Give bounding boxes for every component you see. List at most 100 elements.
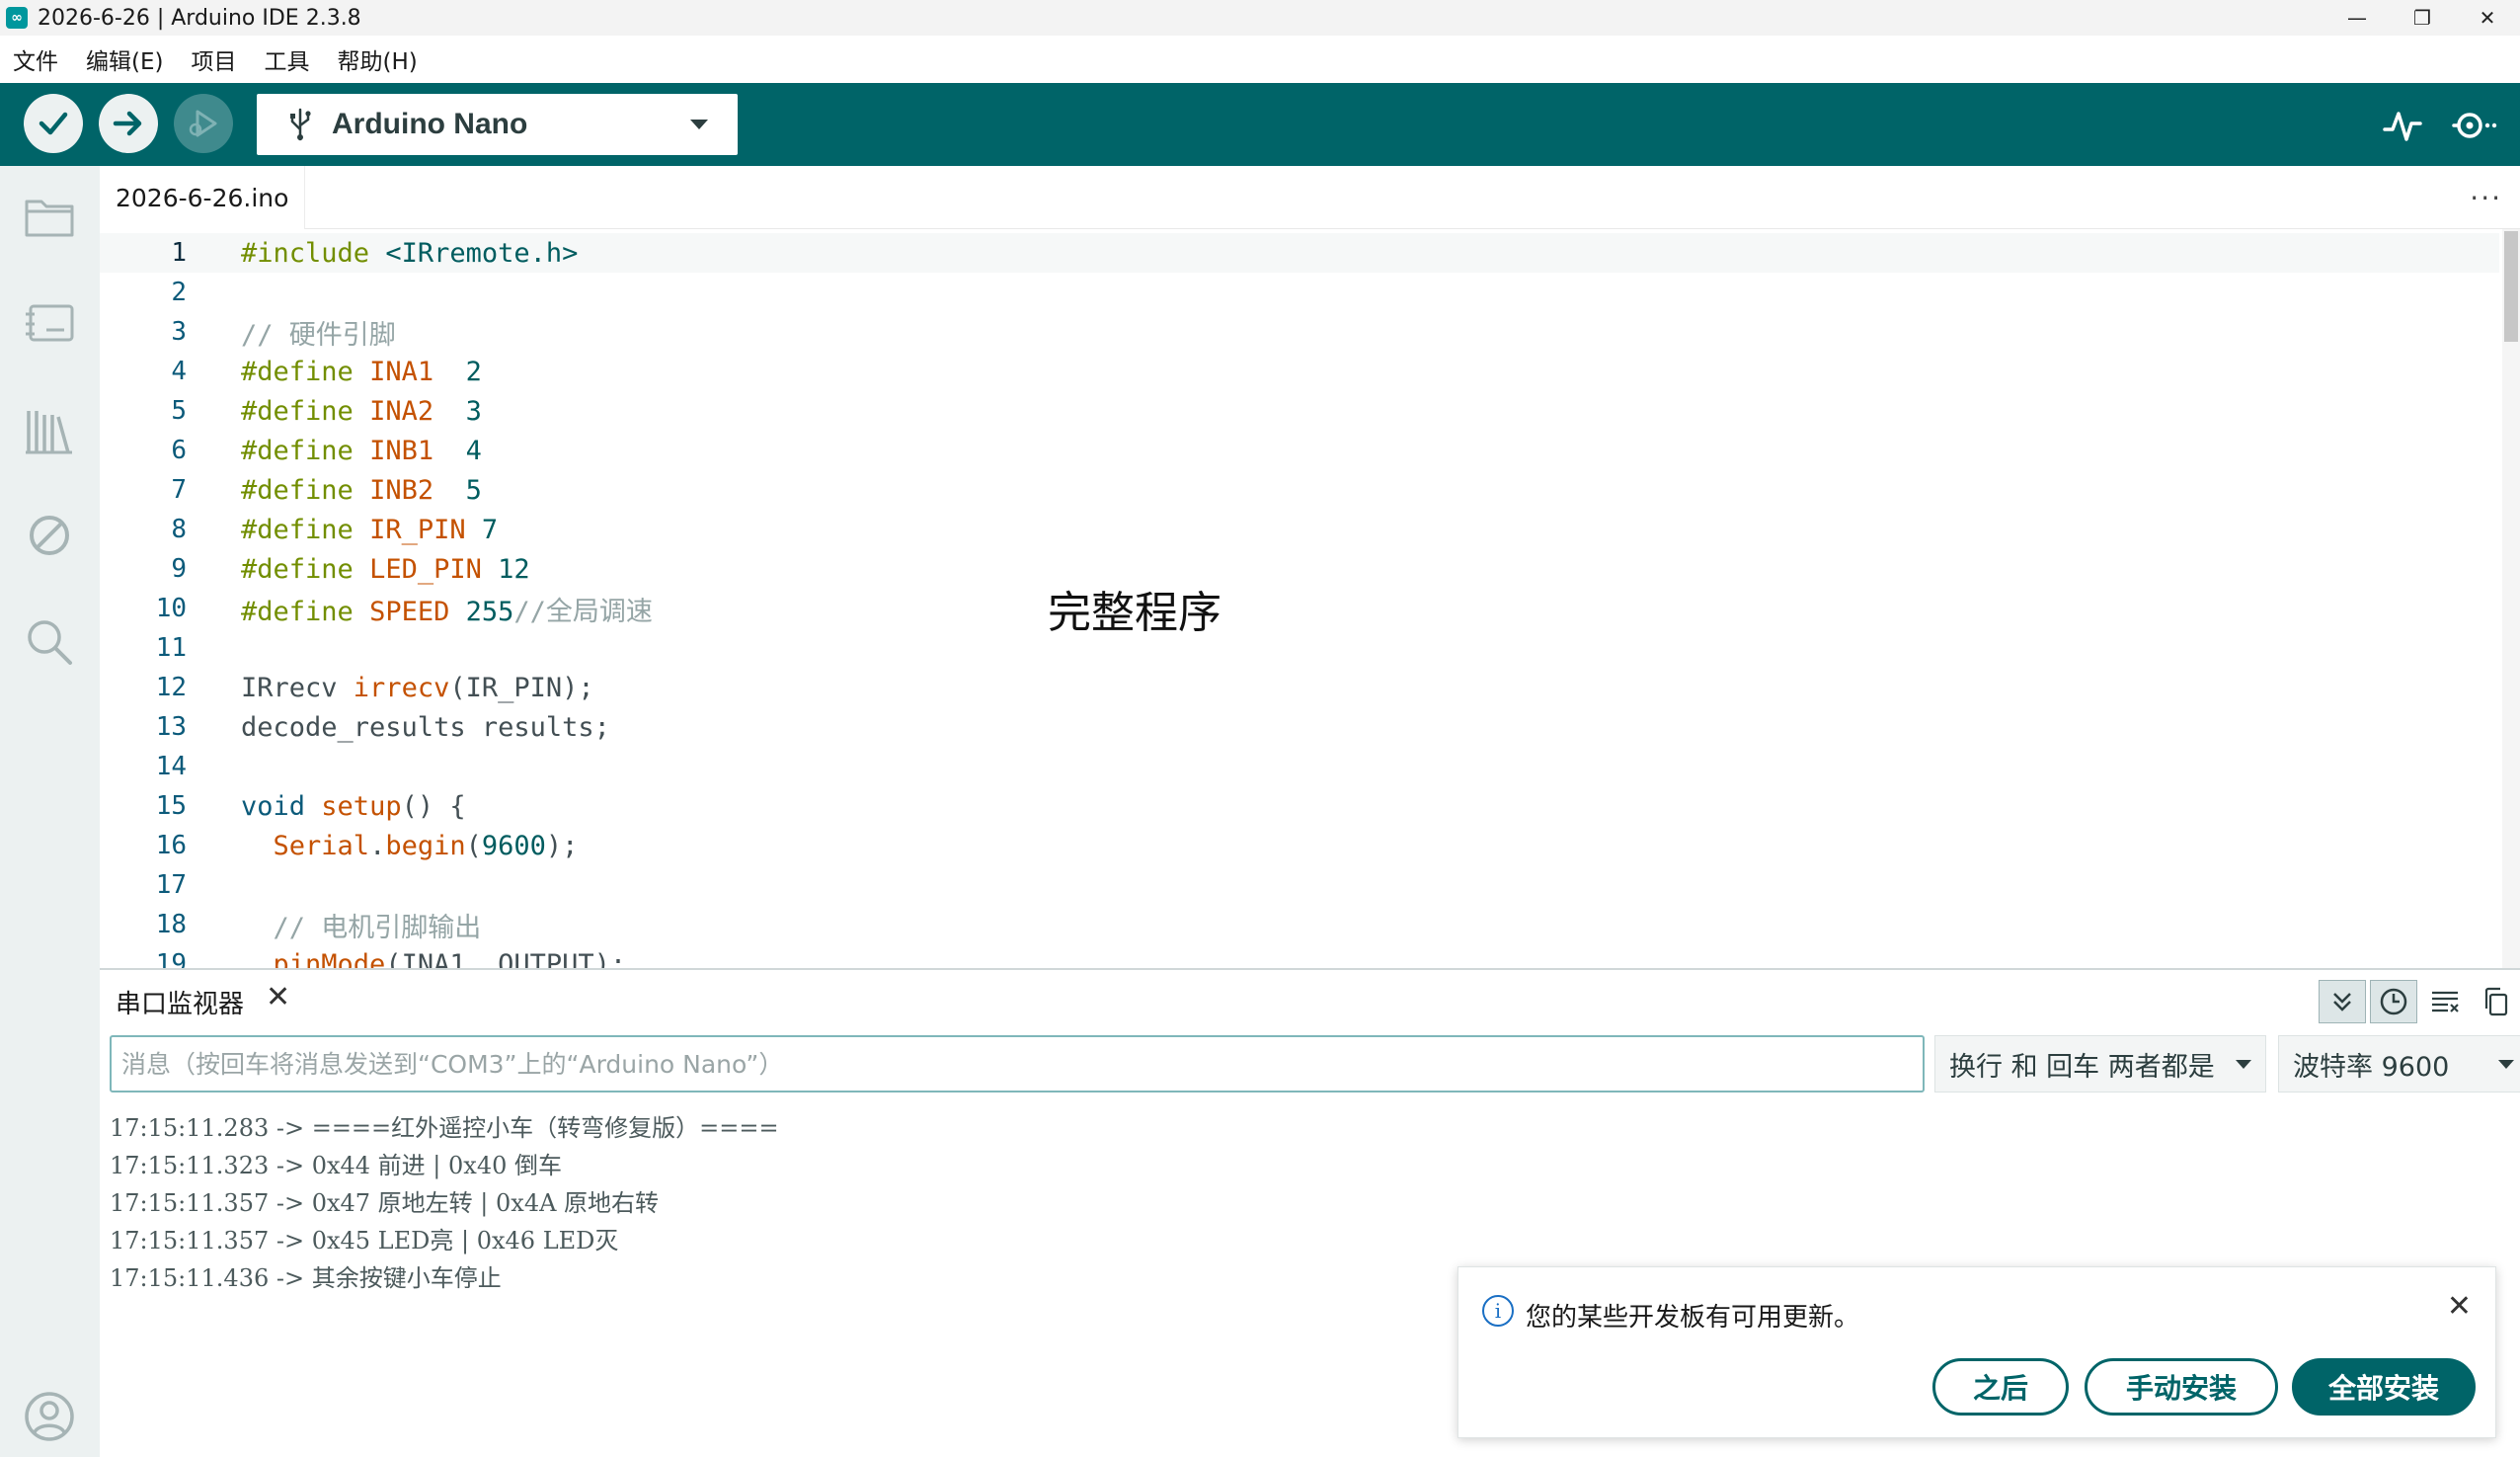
library-manager-icon[interactable] (20, 401, 79, 460)
clear-output-button[interactable] (2421, 980, 2469, 1023)
code-line[interactable]: 6 #define INB1 4 (100, 431, 2499, 470)
line-ending-value: 换行 和 回车 两者都是 (1949, 1051, 2215, 1083)
autoscroll-toggle[interactable] (2319, 980, 2366, 1023)
code-line[interactable]: 7 #define INB2 5 (100, 470, 2499, 510)
code-token: 9600 (481, 830, 546, 861)
editor-scrollbar[interactable] (2502, 229, 2520, 968)
output-line: 17:15:11.357 -> 0x45 LED亮 | 0x46 LED灭 (110, 1227, 619, 1255)
code-token: 12 (498, 553, 530, 585)
menu-help[interactable]: 帮助(H) (323, 42, 431, 76)
timestamp-toggle[interactable] (2370, 980, 2417, 1023)
code-line[interactable]: 18 // 电机引脚输出 (100, 905, 2499, 944)
code-text: // 硬件引脚 (241, 313, 396, 352)
profile-icon[interactable] (20, 1387, 79, 1446)
line-number: 18 (155, 910, 187, 939)
search-icon[interactable] (20, 612, 79, 672)
sketchbook-folder-icon[interactable] (20, 188, 79, 247)
menu-sketch[interactable]: 项目 (177, 42, 250, 76)
code-token: INB2 (369, 474, 434, 506)
menu-tools[interactable]: 工具 (250, 42, 323, 76)
line-ending-select[interactable]: 换行 和 回车 两者都是 (1934, 1035, 2266, 1093)
code-line[interactable]: 19 pinMode(INA1, OUTPUT); (100, 944, 2499, 969)
code-token: (IR_PIN); (449, 672, 594, 703)
code-line[interactable]: 11 (100, 628, 2499, 668)
debug-panel-icon[interactable] (20, 506, 79, 565)
checkmark-icon (39, 112, 68, 135)
debug-icon (189, 110, 217, 137)
code-text: #include <IRremote.h> (241, 238, 578, 269)
board-selector[interactable]: Arduino Nano (257, 94, 738, 155)
line-number: 19 (155, 949, 187, 968)
more-options-icon[interactable]: ··· (2470, 182, 2502, 214)
sidebar (0, 166, 100, 1457)
line-number: 7 (171, 475, 187, 505)
code-line[interactable]: 16 Serial.begin(9600); (100, 826, 2499, 865)
restore-button[interactable]: ❐ (2390, 0, 2455, 36)
tab-sketch-file[interactable]: 2026-6-26.ino (100, 166, 305, 229)
code-line[interactable]: 8 #define IR_PIN 7 (100, 510, 2499, 549)
manual-install-button[interactable]: 手动安装 (2085, 1358, 2278, 1416)
arrow-right-icon (113, 111, 142, 136)
serial-monitor-tools (2315, 980, 2520, 1023)
close-window-button[interactable]: ✕ (2455, 0, 2520, 36)
later-button[interactable]: 之后 (1932, 1358, 2069, 1416)
minimize-button[interactable]: — (2324, 0, 2390, 36)
boards-manager-icon[interactable] (20, 294, 79, 354)
editor-scrollbar-thumb[interactable] (2504, 231, 2518, 342)
notification-close-button[interactable]: ✕ (2447, 1289, 2472, 1324)
line-number: 17 (155, 870, 187, 900)
code-line[interactable]: 1 #include <IRremote.h> (100, 233, 2499, 273)
debug-button[interactable] (174, 94, 233, 153)
title-bar: ∞ 2026-6-26 | Arduino IDE 2.3.8 — ❐ ✕ (0, 0, 2520, 36)
code-token: // 电机引脚输出 (273, 912, 482, 943)
code-token: #include (241, 237, 370, 269)
code-token: #define (241, 596, 354, 627)
chevron-down-icon (2236, 1060, 2251, 1069)
upload-button[interactable] (99, 94, 158, 153)
code-line[interactable]: 17 (100, 865, 2499, 905)
baud-rate-select[interactable]: 波特率 9600 (2278, 1035, 2520, 1093)
clear-output-icon (2432, 991, 2459, 1012)
code-editor[interactable]: 1 #include <IRremote.h> 2 3 // 硬件引脚 4 #define … (100, 229, 2520, 968)
code-token: #define (241, 514, 354, 545)
code-line[interactable]: 10 #define SPEED 255//全局调速 (100, 589, 2499, 628)
serial-plotter-button[interactable] (2376, 99, 2429, 152)
editor-tabs: 2026-6-26.ino ··· (100, 166, 2520, 229)
serial-monitor-header: 串口监视器 ✕ (100, 968, 2520, 1023)
message-input[interactable] (110, 1035, 1925, 1093)
code-text: // 电机引脚输出 (241, 906, 482, 944)
verify-button[interactable] (24, 94, 83, 153)
code-line[interactable]: 3 // 硬件引脚 (100, 312, 2499, 352)
code-token: ); (545, 830, 579, 861)
menu-edit[interactable]: 编辑(E) (72, 42, 177, 76)
code-line[interactable]: 9 #define LED_PIN 12 (100, 549, 2499, 589)
code-token: INA1 (369, 356, 434, 387)
line-number: 5 (171, 396, 187, 426)
code-text: Serial.begin(9600); (241, 830, 579, 861)
copy-output-button[interactable] (2473, 980, 2520, 1023)
code-line[interactable]: 12 IRrecv irrecv(IR_PIN); (100, 668, 2499, 707)
code-line[interactable]: 13 decode_results results; (100, 707, 2499, 747)
install-all-button[interactable]: 全部安装 (2292, 1358, 2476, 1416)
menu-file[interactable]: 文件 (0, 42, 72, 76)
code-line[interactable]: 5 #define INA2 3 (100, 391, 2499, 431)
double-chevron-down-icon (2333, 993, 2351, 1012)
serial-monitor-title[interactable]: 串口监视器 (116, 984, 244, 1020)
code-line[interactable]: 14 (100, 747, 2499, 786)
code-token: () { (401, 790, 466, 822)
line-number: 3 (171, 317, 187, 347)
code-line[interactable]: 4 #define INA1 2 (100, 352, 2499, 391)
code-line[interactable]: 2 (100, 273, 2499, 312)
line-number: 2 (171, 278, 187, 307)
close-icon[interactable]: ✕ (266, 980, 290, 1014)
code-line[interactable]: 15 void setup() { (100, 786, 2499, 826)
serial-monitor-button[interactable] (2447, 99, 2500, 152)
